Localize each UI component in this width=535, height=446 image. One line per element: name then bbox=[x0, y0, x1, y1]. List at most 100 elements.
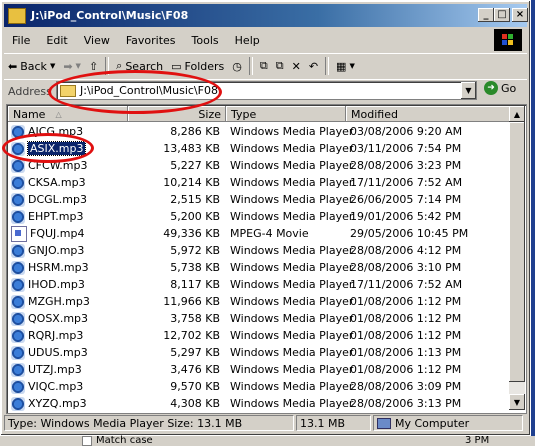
file-name-cell: DCGL.mp3 bbox=[8, 192, 128, 207]
menu-favorites[interactable]: Favorites bbox=[118, 34, 184, 47]
copy-to-icon: ⧉ bbox=[275, 59, 284, 72]
media-player-icon bbox=[11, 192, 25, 207]
file-row[interactable]: UTZJ.mp3 3,476 KB Windows Media Player 01/0… bbox=[8, 361, 510, 378]
media-player-icon bbox=[11, 124, 25, 139]
file-row[interactable]: HSRM.mp3 5,738 KB Windows Media Player 28/0… bbox=[8, 259, 510, 276]
file-modified: 17/11/2006 7:52 AM bbox=[350, 278, 463, 291]
file-rows: AJCG.mp3 8,286 KB Windows Media Player 03/0… bbox=[8, 123, 510, 412]
menu-tools[interactable]: Tools bbox=[184, 34, 227, 47]
menu-edit[interactable]: Edit bbox=[38, 34, 75, 47]
file-name: DCGL.mp3 bbox=[28, 193, 87, 206]
history-button[interactable]: ◷ bbox=[228, 56, 246, 76]
file-type: Windows Media Player bbox=[230, 363, 354, 376]
file-row[interactable]: AJCG.mp3 8,286 KB Windows Media Player 03/0… bbox=[8, 123, 510, 140]
file-name: QOSX.mp3 bbox=[28, 312, 89, 325]
folders-icon: ▭ bbox=[171, 59, 182, 73]
views-button[interactable]: ▦ ▼ bbox=[332, 56, 359, 76]
media-player-icon bbox=[11, 396, 25, 411]
column-header-type[interactable]: Type bbox=[226, 106, 346, 122]
folders-button[interactable]: ▭ Folders bbox=[167, 56, 228, 76]
file-type: Windows Media Player bbox=[230, 261, 354, 274]
search-button[interactable]: ⌕ Search bbox=[112, 56, 167, 76]
scroll-thumb[interactable] bbox=[509, 122, 525, 382]
list-header: Name △ Size Type Modified bbox=[8, 106, 510, 122]
file-name: HSRM.mp3 bbox=[28, 261, 89, 274]
file-name-cell: FQUJ.mp4 bbox=[8, 225, 128, 242]
file-row[interactable]: CKSA.mp3 10,214 KB Windows Media Player 17/… bbox=[8, 174, 510, 191]
file-type: Windows Media Player bbox=[230, 125, 354, 138]
file-name: CFCW.mp3 bbox=[28, 159, 88, 172]
search-label: Search bbox=[125, 59, 164, 73]
file-row[interactable]: GNJO.mp3 5,972 KB Windows Media Player 28/0… bbox=[8, 242, 510, 259]
file-row[interactable]: UDUS.mp3 5,297 KB Windows Media Player 01/0… bbox=[8, 344, 510, 361]
file-name-cell: HSRM.mp3 bbox=[8, 260, 128, 275]
file-modified: 17/11/2006 7:52 AM bbox=[350, 176, 463, 189]
vertical-scrollbar[interactable]: ▲ ▼ bbox=[509, 106, 525, 410]
file-row[interactable]: EHPT.mp3 5,200 KB Windows Media Player 19/0… bbox=[8, 208, 510, 225]
file-row[interactable]: IHOD.mp3 8,117 KB Windows Media Player 17/1… bbox=[8, 276, 510, 293]
file-type: Windows Media Player bbox=[230, 346, 354, 359]
file-row[interactable]: QOSX.mp3 3,758 KB Windows Media Player 01/0… bbox=[8, 310, 510, 327]
title-bar[interactable]: J:\iPod_Control\Music\F08 _ □ × bbox=[4, 4, 528, 27]
file-row[interactable]: VIQC.mp3 9,570 KB Windows Media Player 28/0… bbox=[8, 378, 510, 395]
menu-view[interactable]: View bbox=[76, 34, 118, 47]
file-modified: 26/06/2005 7:14 PM bbox=[350, 193, 462, 206]
forward-button[interactable]: ➡ ▼ bbox=[59, 56, 85, 76]
file-row[interactable]: FQUJ.mp4 49,336 KB MPEG-4 Movie 29/05/2006 … bbox=[8, 225, 510, 242]
minimize-button[interactable]: _ bbox=[478, 8, 494, 22]
scroll-down-button[interactable]: ▼ bbox=[509, 394, 525, 410]
file-name: FQUJ.mp4 bbox=[30, 227, 85, 240]
menu-file[interactable]: File bbox=[4, 34, 38, 47]
file-type: Windows Media Player bbox=[230, 295, 354, 308]
file-type: Windows Media Player bbox=[230, 278, 354, 291]
background-window-strip: Match case 3 PM bbox=[0, 435, 535, 446]
file-name-cell: MZGH.mp3 bbox=[8, 294, 128, 309]
go-label: Go bbox=[501, 81, 517, 95]
back-label: Back bbox=[20, 59, 47, 73]
maximize-button[interactable]: □ bbox=[494, 8, 510, 22]
move-to-button[interactable]: ⧉ bbox=[256, 56, 272, 76]
file-row[interactable]: MZGH.mp3 11,966 KB Windows Media Player 01/… bbox=[8, 293, 510, 310]
match-case-checkbox[interactable] bbox=[82, 436, 92, 446]
menu-help[interactable]: Help bbox=[227, 34, 268, 47]
file-name-cell: RQRJ.mp3 bbox=[8, 328, 128, 343]
file-type: Windows Media Player bbox=[230, 210, 354, 223]
go-button[interactable]: ➜ Go bbox=[484, 81, 516, 95]
file-type: Windows Media Player bbox=[230, 244, 354, 257]
media-player-icon bbox=[11, 209, 25, 224]
address-field[interactable]: J:\iPod_Control\Music\F08 ▼ bbox=[56, 81, 477, 100]
back-button[interactable]: ⬅ Back ▼ bbox=[4, 56, 59, 76]
file-size: 10,214 KB bbox=[163, 176, 220, 189]
column-header-modified[interactable]: Modified bbox=[346, 106, 510, 122]
close-button[interactable]: × bbox=[512, 8, 528, 22]
file-type: MPEG-4 Movie bbox=[230, 227, 309, 240]
column-header-name[interactable]: Name △ bbox=[8, 106, 128, 122]
file-name-cell: XYZQ.mp3 bbox=[8, 396, 128, 411]
file-name: RQRJ.mp3 bbox=[28, 329, 84, 342]
file-name: MZGH.mp3 bbox=[28, 295, 90, 308]
file-row[interactable]: DCGL.mp3 2,515 KB Windows Media Player 26/0… bbox=[8, 191, 510, 208]
file-size: 12,702 KB bbox=[163, 329, 220, 342]
file-modified: 28/08/2006 3:23 PM bbox=[350, 159, 462, 172]
media-player-icon bbox=[11, 141, 25, 156]
file-row[interactable]: XYZQ.mp3 4,308 KB Windows Media Player 28/0… bbox=[8, 395, 510, 412]
back-arrow-icon: ⬅ bbox=[8, 59, 18, 73]
media-player-icon bbox=[11, 294, 25, 309]
file-name-cell: VIQC.mp3 bbox=[8, 379, 128, 394]
column-header-size[interactable]: Size bbox=[128, 106, 226, 122]
file-size: 5,227 KB bbox=[170, 159, 220, 172]
file-list[interactable]: Name △ Size Type Modified AJCG.mp3 8,286 … bbox=[6, 104, 527, 414]
file-row[interactable]: ASIX.mp3 13,483 KB Windows Media Player 03/… bbox=[8, 140, 510, 157]
history-icon: ◷ bbox=[232, 59, 242, 73]
file-row[interactable]: RQRJ.mp3 12,702 KB Windows Media Player 01/… bbox=[8, 327, 510, 344]
undo-button[interactable]: ↶ bbox=[305, 56, 322, 76]
address-dropdown-button[interactable]: ▼ bbox=[461, 82, 476, 99]
file-row[interactable]: CFCW.mp3 5,227 KB Windows Media Player 28/0… bbox=[8, 157, 510, 174]
movie-icon bbox=[11, 225, 27, 242]
copy-to-button[interactable]: ⧉ bbox=[272, 56, 288, 76]
media-player-icon bbox=[11, 311, 25, 326]
up-folder-button[interactable]: ⇧ bbox=[85, 56, 102, 76]
scroll-up-button[interactable]: ▲ bbox=[509, 106, 525, 122]
delete-button[interactable]: ✕ bbox=[288, 56, 305, 76]
file-name-cell: IHOD.mp3 bbox=[8, 277, 128, 292]
